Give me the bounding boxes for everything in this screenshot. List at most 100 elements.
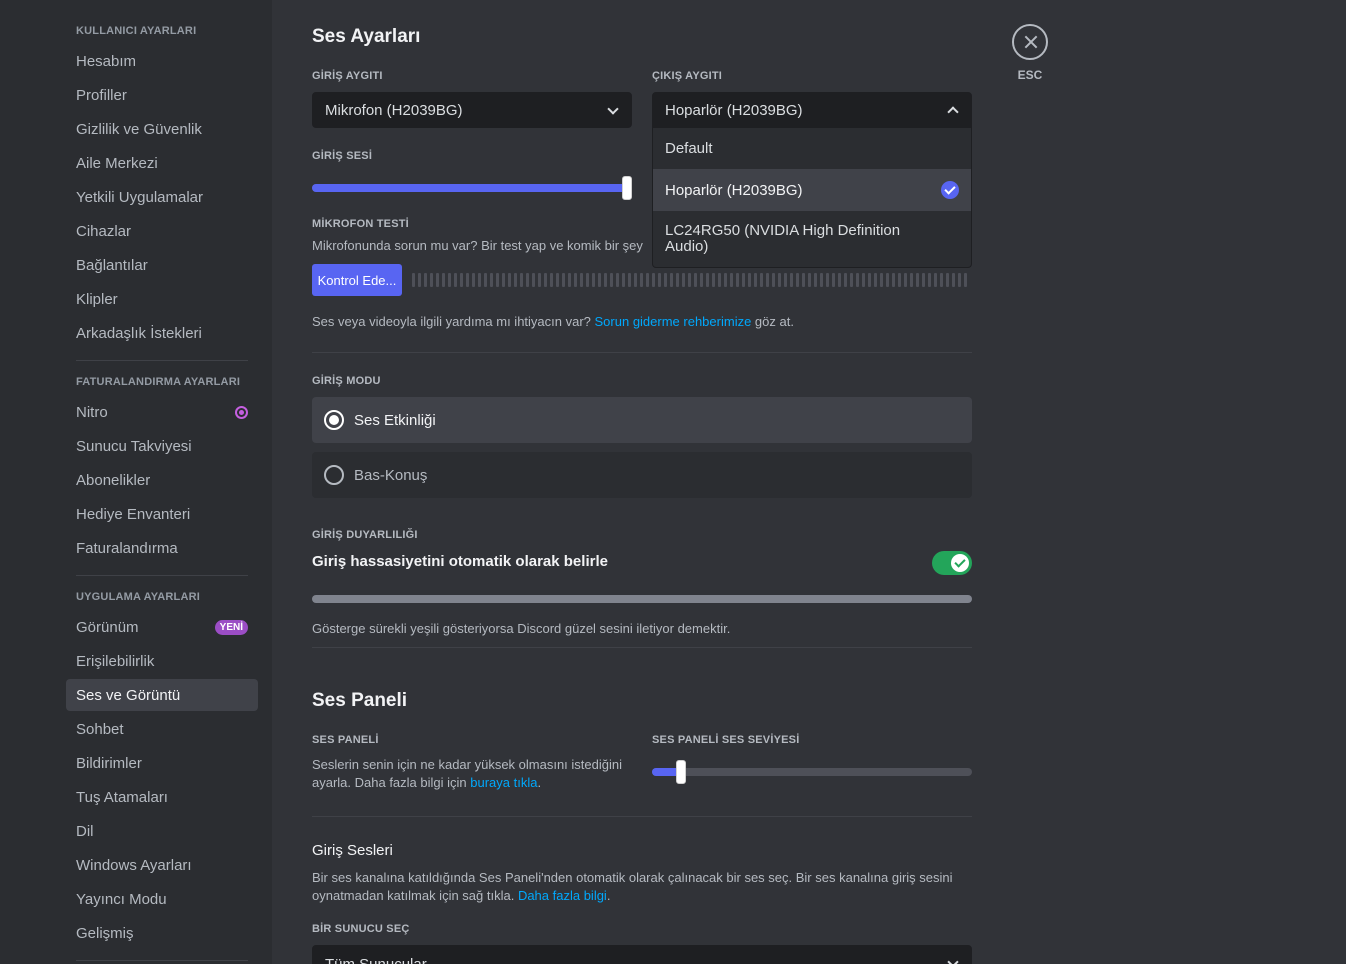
sidebar-item-clips[interactable]: Klipler — [66, 283, 258, 315]
sidebar-item-language[interactable]: Dil — [66, 815, 258, 847]
meter-tick — [634, 273, 637, 287]
close-icon[interactable] — [1012, 24, 1048, 60]
soundboard-volume-slider[interactable] — [652, 760, 972, 784]
sidebar-item-nitro[interactable]: Nitro — [66, 396, 258, 428]
meter-tick — [904, 273, 907, 287]
server-select[interactable]: Tüm Sunucular — [312, 945, 972, 964]
sidebar-item-label: Görünüm — [76, 618, 139, 636]
sidebar-item-billing[interactable]: Faturalandırma — [66, 532, 258, 564]
meter-tick — [562, 273, 565, 287]
meter-tick — [856, 273, 859, 287]
sidebar-item-notifications[interactable]: Bildirimler — [66, 747, 258, 779]
app-settings-header: UYGULAMA AYARLARI — [76, 591, 201, 603]
meter-tick — [532, 273, 535, 287]
sidebar-item-advanced[interactable]: Gelişmiş — [66, 917, 258, 949]
sidebar-item-privacy[interactable]: Gizlilik ve Güvenlik — [66, 113, 258, 145]
sidebar-item-family-center[interactable]: Aile Merkezi — [66, 147, 258, 179]
sidebar-item-keybinds[interactable]: Tuş Atamaları — [66, 781, 258, 813]
meter-tick — [712, 273, 715, 287]
meter-tick — [778, 273, 781, 287]
help-text-post: göz at. — [751, 314, 794, 329]
meter-tick — [700, 273, 703, 287]
option-label: Hoparlör (H2039BG) — [665, 181, 803, 199]
sidebar-item-authorized-apps[interactable]: Yetkili Uygulamalar — [66, 181, 258, 213]
sidebar-item-appearance[interactable]: Görünüm YENİ — [66, 611, 258, 643]
sidebar-item-my-account[interactable]: Hesabım — [66, 45, 258, 77]
section-divider — [312, 816, 972, 817]
sidebar-item-streamer-mode[interactable]: Yayıncı Modu — [66, 883, 258, 915]
meter-tick — [718, 273, 721, 287]
input-mode-label: GİRİŞ MODU — [312, 375, 381, 387]
esc-label: ESC — [1017, 68, 1043, 82]
meter-tick — [586, 273, 589, 287]
output-device-value: Hoparlör (H2039BG) — [665, 101, 803, 119]
auto-sensitivity-title: Giriş hassasiyetini otomatik olarak beli… — [312, 553, 608, 570]
meter-tick — [622, 273, 625, 287]
mic-test-button[interactable]: Kontrol Ede... — [312, 264, 402, 296]
sidebar-divider — [76, 360, 248, 361]
meter-tick — [424, 273, 427, 287]
sidebar-item-connections[interactable]: Bağlantılar — [66, 249, 258, 281]
input-device-select[interactable]: Mikrofon (H2039BG) — [312, 92, 632, 128]
output-option-speaker[interactable]: Hoparlör (H2039BG) — [653, 169, 971, 211]
output-device-dropdown: Default Hoparlör (H2039BG) LC24RG50 (NVI… — [652, 128, 972, 268]
output-option-monitor[interactable]: LC24RG50 (NVIDIA High Definition Audio) — [653, 212, 971, 266]
meter-tick — [730, 273, 733, 287]
sidebar-item-accessibility[interactable]: Erişilebilirlik — [66, 645, 258, 677]
meter-tick — [646, 273, 649, 287]
sidebar-item-server-boost[interactable]: Sunucu Takviyesi — [66, 430, 258, 462]
input-mode-push-to-talk[interactable]: Bas-Konuş — [312, 452, 972, 498]
meter-tick — [658, 273, 661, 287]
sidebar-item-friend-requests[interactable]: Arkadaşlık İstekleri — [66, 317, 258, 349]
meter-tick — [448, 273, 451, 287]
meter-tick — [472, 273, 475, 287]
meter-tick — [526, 273, 529, 287]
troubleshooting-link[interactable]: Sorun giderme rehberimize — [595, 314, 752, 329]
meter-tick — [520, 273, 523, 287]
soundboard-description: Seslerin senin için ne kadar yüksek olma… — [312, 756, 632, 792]
auto-sensitivity-toggle[interactable] — [932, 551, 972, 575]
meter-tick — [940, 273, 943, 287]
mic-test-label: MİKROFON TESTİ — [312, 218, 409, 230]
meter-tick — [610, 273, 613, 287]
sidebar-item-voice-video[interactable]: Ses ve Görüntü — [66, 679, 258, 711]
slider-handle[interactable] — [622, 176, 632, 200]
meter-tick — [628, 273, 631, 287]
meter-tick — [478, 273, 481, 287]
sidebar-item-chat[interactable]: Sohbet — [66, 713, 258, 745]
meter-tick — [556, 273, 559, 287]
input-volume-slider[interactable] — [312, 176, 632, 200]
sidebar-item-windows-settings[interactable]: Windows Ayarları — [66, 849, 258, 881]
meter-tick — [838, 273, 841, 287]
entrance-desc-post: . — [606, 888, 611, 903]
meter-tick — [550, 273, 553, 287]
meter-tick — [748, 273, 751, 287]
meter-tick — [574, 273, 577, 287]
soundboard-title: Ses Paneli — [312, 690, 408, 711]
sidebar-item-devices[interactable]: Cihazlar — [66, 215, 258, 247]
soundboard-link[interactable]: buraya tıkla — [470, 775, 537, 790]
entrance-more-info-link[interactable]: Daha fazla bilgi — [518, 888, 607, 903]
meter-tick — [682, 273, 685, 287]
soundboard-volume-label: SES PANELİ SES SEVİYESİ — [652, 734, 800, 746]
input-mode-voice-activity[interactable]: Ses Etkinliği — [312, 397, 972, 443]
sidebar-item-subscriptions[interactable]: Abonelikler — [66, 464, 258, 496]
meter-tick — [820, 273, 823, 287]
sidebar-item-gift-inventory[interactable]: Hediye Envanteri — [66, 498, 258, 530]
slider-handle[interactable] — [676, 760, 686, 784]
meter-tick — [952, 273, 955, 287]
help-text-pre: Ses veya videoyla ilgili yardıma mı ihti… — [312, 314, 595, 329]
output-device-select[interactable]: Hoparlör (H2039BG) — [652, 92, 972, 128]
new-badge: YENİ — [214, 620, 248, 635]
user-settings-header: KULLANICI AYARLARI — [76, 25, 197, 37]
meter-tick — [898, 273, 901, 287]
sidebar-item-profiles[interactable]: Profiller — [66, 79, 258, 111]
output-option-default[interactable]: Default — [653, 128, 971, 168]
help-text: Ses veya videoyla ilgili yardıma mı ihti… — [312, 313, 972, 331]
settings-sidebar: KULLANICI AYARLARI Hesabım Profiller Giz… — [0, 0, 272, 964]
check-icon — [941, 181, 959, 199]
meter-tick — [490, 273, 493, 287]
page-title: Ses Ayarları — [312, 26, 421, 47]
output-device-label: ÇIKIŞ AYGITI — [652, 70, 723, 82]
meter-tick — [826, 273, 829, 287]
